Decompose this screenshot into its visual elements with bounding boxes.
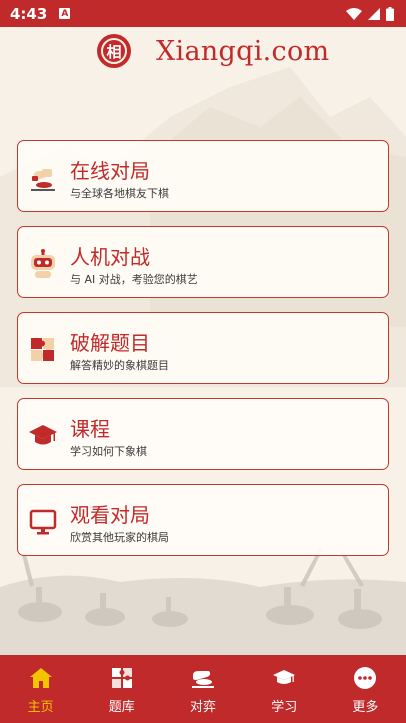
bottom-nav: 主页 题库 对弈 学习 更多 xyxy=(0,655,406,723)
menu-subtitle: 与全球各地棋友下棋 xyxy=(70,187,169,200)
hand-piece-icon xyxy=(28,163,58,193)
graduation-cap-icon xyxy=(28,421,58,451)
brand-name: Xiangqi.com xyxy=(156,36,330,67)
signal-icon xyxy=(368,7,380,20)
nav-label: 学习 xyxy=(271,700,298,715)
logo-seal: 相 xyxy=(97,34,131,68)
menu-subtitle: 与 AI 对战，考验您的棋艺 xyxy=(70,273,198,286)
menu-title: 观看对局 xyxy=(70,503,150,527)
menu-subtitle: 解答精妙的象棋题目 xyxy=(70,359,169,372)
status-time: 4:43 xyxy=(10,4,48,23)
more-icon xyxy=(351,666,379,690)
nav-item-more[interactable]: 更多 xyxy=(325,655,406,723)
puzzle-icon xyxy=(28,335,58,365)
nav-label: 对弈 xyxy=(190,700,217,715)
status-bar: 4:43 A xyxy=(0,0,406,27)
battery-icon xyxy=(386,6,394,21)
menu-subtitle: 欣赏其他玩家的棋局 xyxy=(70,531,169,544)
robot-icon xyxy=(28,249,58,279)
nav-label: 主页 xyxy=(27,700,54,715)
menu-card-online-game[interactable]: 在线对局 与全球各地棋友下棋 xyxy=(17,140,389,212)
nav-label: 更多 xyxy=(352,700,379,715)
wifi-icon xyxy=(346,7,362,20)
nav-item-learn[interactable]: 学习 xyxy=(244,655,325,723)
app-header: 相 Xiangqi.com xyxy=(0,27,406,79)
monitor-icon xyxy=(28,507,58,537)
menu-subtitle: 学习如何下象棋 xyxy=(70,445,147,458)
menu-title: 在线对局 xyxy=(70,159,150,183)
logo-seal-char: 相 xyxy=(106,42,122,61)
nav-item-play[interactable]: 对弈 xyxy=(162,655,243,723)
nav-item-home[interactable]: 主页 xyxy=(0,655,81,723)
graduation-cap-icon xyxy=(270,666,298,690)
menu-card-vs-computer[interactable]: 人机对战 与 AI 对战，考验您的棋艺 xyxy=(17,226,389,298)
notification-icon: A xyxy=(59,8,71,19)
menu-title: 课程 xyxy=(70,417,110,441)
menu-card-lessons[interactable]: 课程 学习如何下象棋 xyxy=(17,398,389,470)
status-icons xyxy=(346,6,394,21)
menu-title: 人机对战 xyxy=(70,245,150,269)
play-hand-icon xyxy=(189,666,217,690)
puzzle-icon xyxy=(108,666,136,690)
home-icon xyxy=(27,666,55,690)
nav-item-puzzles[interactable]: 题库 xyxy=(81,655,162,723)
menu-card-puzzles[interactable]: 破解题目 解答精妙的象棋题目 xyxy=(17,312,389,384)
nav-label: 题库 xyxy=(108,700,135,715)
menu-card-watch-games[interactable]: 观看对局 欣赏其他玩家的棋局 xyxy=(17,484,389,556)
menu-title: 破解题目 xyxy=(70,331,150,355)
